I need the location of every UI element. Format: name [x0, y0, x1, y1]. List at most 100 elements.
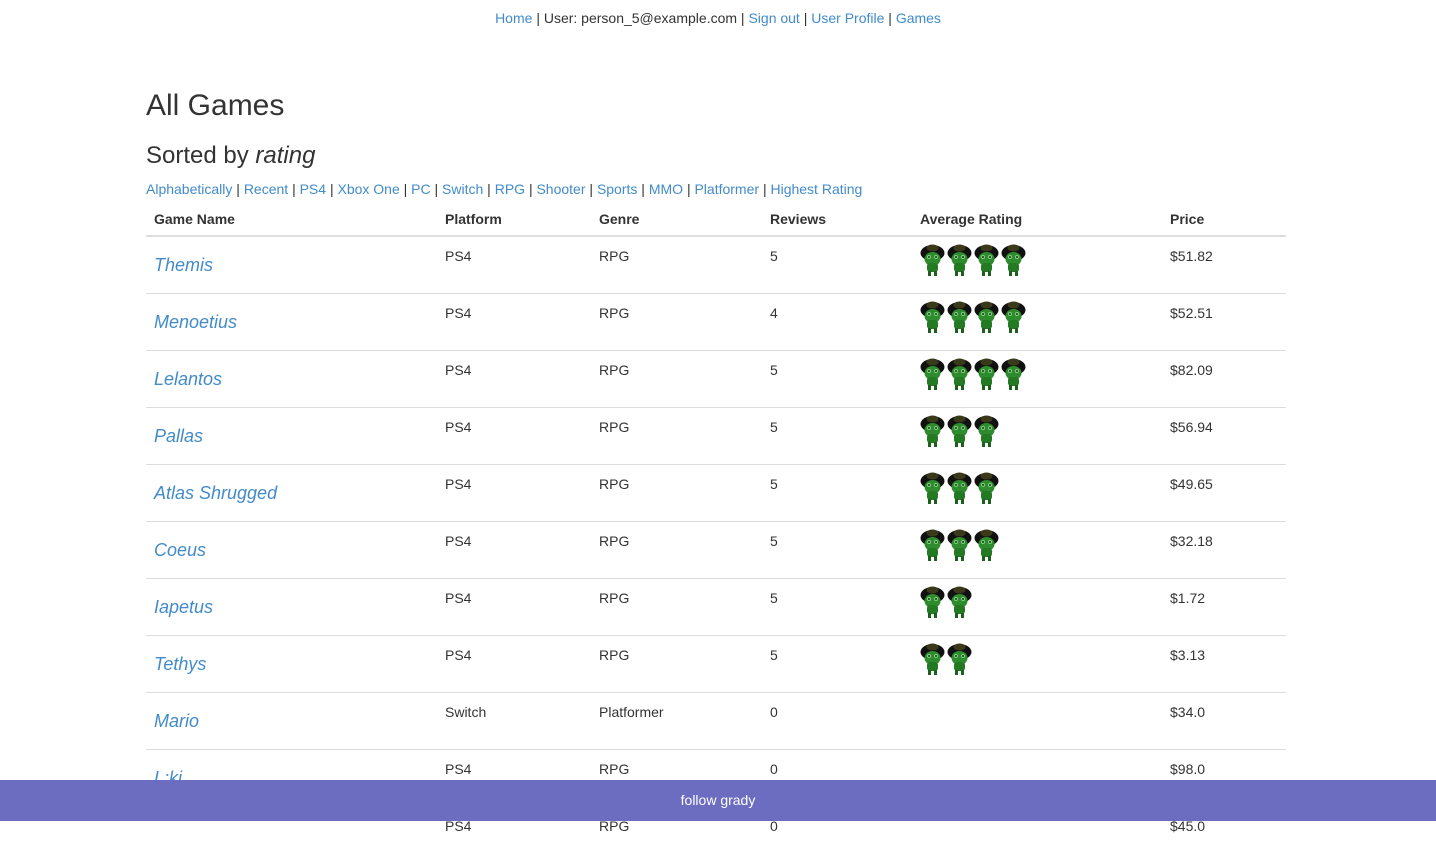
game-link[interactable]: Tethys — [154, 655, 206, 673]
cell-platform: PS4 — [437, 408, 591, 465]
cell-platform: Switch — [437, 693, 591, 750]
cell-average-rating — [912, 579, 1162, 636]
cell-genre: RPG — [591, 522, 762, 579]
cell-game-name: Iapetus — [146, 579, 437, 636]
cell-genre: RPG — [591, 236, 762, 294]
table-row: MenoetiusPS4RPG4$52.51 — [146, 294, 1286, 351]
troll-rating-icon — [974, 358, 999, 390]
filter-separator: | — [236, 181, 240, 197]
cell-platform: PS4 — [437, 522, 591, 579]
cell-platform: PS4 — [437, 579, 591, 636]
cell-game-name: Themis — [146, 236, 437, 294]
rating-icons — [920, 586, 1154, 618]
cell-average-rating — [912, 351, 1162, 408]
game-link[interactable]: Mario — [154, 712, 199, 730]
cell-genre: RPG — [591, 408, 762, 465]
nav-games-link[interactable]: Games — [896, 10, 941, 26]
rating-icons — [920, 244, 1154, 276]
games-table: Game Name Platform Genre Reviews Average… — [146, 203, 1286, 863]
troll-rating-icon — [920, 529, 945, 561]
troll-rating-icon — [947, 244, 972, 276]
rating-icons — [920, 358, 1154, 390]
filter-link-sports[interactable]: Sports — [597, 181, 637, 197]
troll-rating-icon — [920, 244, 945, 276]
filter-link-shooter[interactable]: Shooter — [536, 181, 585, 197]
cell-reviews: 5 — [762, 636, 912, 693]
cell-genre: RPG — [591, 579, 762, 636]
table-row: LelantosPS4RPG5$82.09 — [146, 351, 1286, 408]
header-genre: Genre — [591, 203, 762, 236]
filter-link-switch[interactable]: Switch — [442, 181, 483, 197]
game-link[interactable]: Lelantos — [154, 370, 222, 388]
troll-rating-icon — [1001, 358, 1026, 390]
cell-price: $52.51 — [1162, 294, 1286, 351]
troll-rating-icon — [947, 472, 972, 504]
cell-reviews: 5 — [762, 522, 912, 579]
game-link[interactable]: Iapetus — [154, 598, 213, 616]
cell-platform: PS4 — [437, 465, 591, 522]
filter-separator: | — [589, 181, 593, 197]
troll-rating-icon — [920, 301, 945, 333]
cell-reviews: 5 — [762, 236, 912, 294]
cell-average-rating — [912, 522, 1162, 579]
filter-link-mmo[interactable]: MMO — [649, 181, 683, 197]
filter-separator: | — [404, 181, 408, 197]
rating-icons — [920, 643, 1154, 675]
filter-separator: | — [529, 181, 533, 197]
cell-price: $49.65 — [1162, 465, 1286, 522]
troll-rating-icon — [974, 244, 999, 276]
troll-rating-icon — [947, 415, 972, 447]
troll-rating-icon — [1001, 301, 1026, 333]
filter-separator: | — [641, 181, 645, 197]
filter-link-highest-rating[interactable]: Highest Rating — [770, 181, 862, 197]
game-link[interactable]: Themis — [154, 256, 213, 274]
nav-separator: | — [741, 10, 745, 26]
troll-rating-icon — [974, 415, 999, 447]
filter-separator: | — [687, 181, 691, 197]
nav-home-link[interactable]: Home — [495, 10, 532, 26]
filter-links: Alphabetically | Recent | PS4 | Xbox One… — [146, 180, 862, 198]
rating-icons — [920, 472, 1154, 504]
troll-rating-icon — [920, 358, 945, 390]
cell-genre: RPG — [591, 636, 762, 693]
table-row: TethysPS4RPG5$3.13 — [146, 636, 1286, 693]
footer-text[interactable]: follow grady — [681, 792, 756, 808]
top-nav: Home | User: person_5@example.com | Sign… — [0, 9, 1436, 27]
filter-link-recent[interactable]: Recent — [244, 181, 288, 197]
nav-user-text: User: person_5@example.com — [544, 10, 737, 26]
nav-user-profile-link[interactable]: User Profile — [811, 10, 884, 26]
sorted-by-prefix: Sorted by — [146, 142, 255, 169]
filter-link-platformer[interactable]: Platformer — [694, 181, 759, 197]
cell-average-rating — [912, 408, 1162, 465]
troll-rating-icon — [974, 472, 999, 504]
filter-link-alphabetically[interactable]: Alphabetically — [146, 181, 232, 197]
rating-icons — [920, 529, 1154, 561]
game-link[interactable]: Coeus — [154, 541, 206, 559]
header-game-name: Game Name — [146, 203, 437, 236]
game-link[interactable]: Pallas — [154, 427, 203, 445]
game-link[interactable]: Menoetius — [154, 313, 237, 331]
game-link[interactable]: Atlas Shrugged — [154, 484, 277, 502]
cell-platform: PS4 — [437, 294, 591, 351]
cell-game-name: Coeus — [146, 522, 437, 579]
cell-reviews: 4 — [762, 294, 912, 351]
filter-link-rpg[interactable]: RPG — [495, 181, 525, 197]
header-price: Price — [1162, 203, 1286, 236]
cell-price: $56.94 — [1162, 408, 1286, 465]
cell-platform: PS4 — [437, 351, 591, 408]
cell-average-rating — [912, 465, 1162, 522]
cell-reviews: 5 — [762, 351, 912, 408]
filter-link-ps4[interactable]: PS4 — [300, 181, 326, 197]
cell-reviews: 5 — [762, 408, 912, 465]
troll-rating-icon — [974, 529, 999, 561]
filter-link-pc[interactable]: PC — [411, 181, 430, 197]
cell-reviews: 5 — [762, 579, 912, 636]
troll-rating-icon — [947, 529, 972, 561]
nav-sign-out-link[interactable]: Sign out — [748, 10, 799, 26]
header-platform: Platform — [437, 203, 591, 236]
table-row: ThemisPS4RPG5$51.82 — [146, 236, 1286, 294]
footer-bar: follow grady — [0, 780, 1436, 821]
cell-game-name: Mario — [146, 693, 437, 750]
cell-average-rating — [912, 636, 1162, 693]
filter-link-xbox-one[interactable]: Xbox One — [337, 181, 399, 197]
